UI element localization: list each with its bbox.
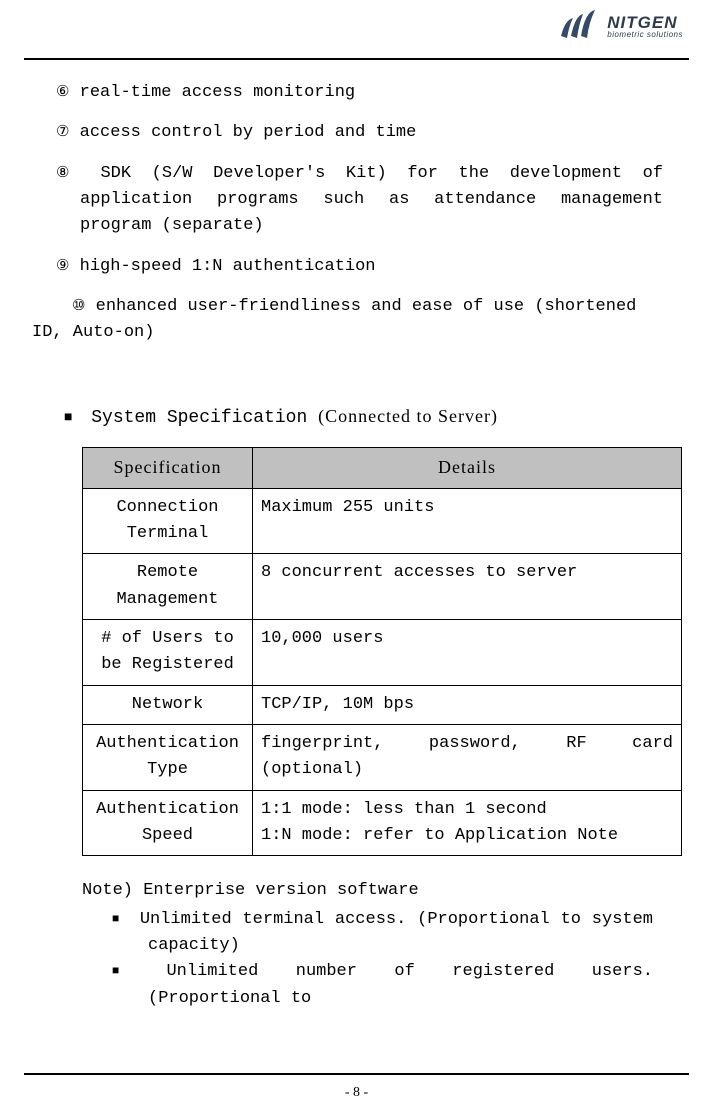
note-bullet-1: ■ Unlimited terminal access. (Proportiona… <box>82 907 653 960</box>
square-bullet-icon: ■ <box>64 410 72 426</box>
feature-text: access control by period and time <box>80 123 417 142</box>
brand-logo-text: NITGEN biometric solutions <box>607 14 683 39</box>
table-row: Connection Terminal Maximum 255 units <box>83 488 682 554</box>
note-block: Note) Enterprise version software ■Unlim… <box>82 878 653 1012</box>
feature-number: ⑨ <box>56 257 69 274</box>
section-heading: ■ System Specification (Connected to Ser… <box>40 403 663 433</box>
note-text: Unlimited terminal access. (Proportional… <box>140 910 653 955</box>
detail-cell: 8 concurrent accesses to server <box>253 554 682 620</box>
feature-number: ⑦ <box>56 123 69 140</box>
table-header-details: Details <box>253 447 682 488</box>
feature-item-9: ⑨ high-speed 1:N authentication <box>40 254 663 280</box>
table-row: Authentication Type fingerprint, passwor… <box>83 724 682 790</box>
feature-text: SDK (S/W Developer's Kit) for the develo… <box>80 164 663 236</box>
note-text: Unlimited number of registered users. (P… <box>148 962 653 1007</box>
feature-text: high-speed 1:N authentication <box>80 257 376 276</box>
feature-number: ⑧ <box>56 164 80 181</box>
spec-cell: Remote Management <box>83 554 253 620</box>
square-bullet-icon: ■ <box>112 964 146 978</box>
feature-item-10: ⑩ enhanced user-friendliness and ease of… <box>32 294 663 347</box>
spec-cell: Connection Terminal <box>83 488 253 554</box>
spec-cell: # of Users to be Registered <box>83 619 253 685</box>
feature-text: real-time access monitoring <box>80 83 355 102</box>
page-number: - 8 - <box>0 1085 713 1101</box>
spec-cell: Network <box>83 685 253 724</box>
table-header-spec: Specification <box>83 447 253 488</box>
spec-cell: Authentication Type <box>83 724 253 790</box>
brand-tagline: biometric solutions <box>607 31 683 39</box>
feature-item-8: ⑧ SDK (S/W Developer's Kit) for the deve… <box>40 161 663 240</box>
detail-cell: TCP/IP, 10M bps <box>253 685 682 724</box>
feature-number: ⑥ <box>56 83 69 100</box>
brand-name: NITGEN <box>607 14 683 31</box>
detail-cell: Maximum 255 units <box>253 488 682 554</box>
table-header-row: Specification Details <box>83 447 682 488</box>
detail-cell: 10,000 users <box>253 619 682 685</box>
brand-header: NITGEN biometric solutions <box>559 10 683 42</box>
section-title-fancy: (Connected to Server) <box>318 406 498 426</box>
detail-cell: 1:1 mode: less than 1 second 1:N mode: r… <box>253 790 682 856</box>
table-row: Authentication Speed 1:1 mode: less than… <box>83 790 682 856</box>
table-row: # of Users to be Registered 10,000 users <box>83 619 682 685</box>
note-title: Note) Enterprise version software <box>82 878 653 904</box>
header-divider <box>24 58 689 60</box>
feature-number: ⑩ <box>72 297 85 314</box>
table-row: Network TCP/IP, 10M bps <box>83 685 682 724</box>
section-title-plain: System Specification <box>91 408 307 428</box>
note-bullet-2: ■Unlimited number of registered users. (… <box>82 959 653 1012</box>
footer-divider <box>24 1073 689 1075</box>
detail-cell: fingerprint, password, RF card (optional… <box>253 724 682 790</box>
spec-cell: Authentication Speed <box>83 790 253 856</box>
feature-text: enhanced user-friendliness and ease of u… <box>32 297 636 342</box>
page-content: ⑥ real-time access monitoring ⑦ access c… <box>40 80 663 1012</box>
feature-item-7: ⑦ access control by period and time <box>40 120 663 146</box>
feature-item-6: ⑥ real-time access monitoring <box>40 80 663 106</box>
square-bullet-icon: ■ <box>112 912 120 926</box>
specification-table: Specification Details Connection Termina… <box>82 447 682 857</box>
table-row: Remote Management 8 concurrent accesses … <box>83 554 682 620</box>
brand-logo-mark <box>559 10 601 42</box>
